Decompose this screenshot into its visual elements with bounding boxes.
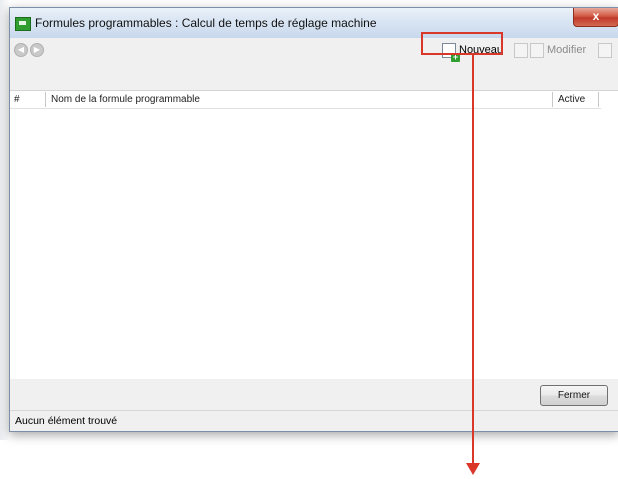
annotation-arrow-head-icon: [466, 463, 480, 475]
annotation-arrow-line: [472, 55, 474, 465]
close-button[interactable]: x: [573, 8, 618, 27]
column-separator[interactable]: [45, 92, 46, 107]
copy-document-icon: [514, 42, 528, 58]
title-bar[interactable]: Formules programmables : Calcul de temps…: [10, 8, 618, 38]
fermer-button[interactable]: Fermer: [540, 385, 608, 406]
modifier-button[interactable]: Modifier: [530, 41, 586, 59]
app-icon: [15, 17, 31, 31]
delete-button[interactable]: [598, 41, 615, 59]
nouveau-highlight-box: [421, 32, 503, 55]
list-header: # Nom de la formule programmable Active: [10, 91, 601, 109]
toolbar: ◀ ▶ Nouveau Modifier: [10, 38, 618, 63]
column-separator[interactable]: [552, 92, 553, 107]
dialog-window: Formules programmables : Calcul de temps…: [9, 7, 618, 432]
column-header-number[interactable]: #: [14, 91, 20, 108]
column-header-name[interactable]: Nom de la formule programmable: [51, 91, 200, 108]
status-bar: Aucun élément trouvé: [10, 410, 618, 431]
back-arrow-icon[interactable]: ◀: [14, 43, 28, 57]
column-header-active[interactable]: Active: [558, 91, 585, 108]
column-separator[interactable]: [598, 92, 599, 107]
dialog-footer: Fermer: [10, 379, 618, 409]
modifier-label: Modifier: [547, 44, 587, 56]
window-title: Formules programmables : Calcul de temps…: [35, 16, 377, 30]
formula-list[interactable]: # Nom de la formule programmable Active: [10, 90, 618, 380]
forward-arrow-icon[interactable]: ▶: [30, 43, 44, 57]
edit-document-icon: [530, 42, 544, 58]
status-text: Aucun élément trouvé: [15, 415, 118, 427]
list-body[interactable]: [10, 109, 618, 379]
delete-document-icon: [598, 42, 612, 58]
copy-button[interactable]: [514, 41, 531, 59]
